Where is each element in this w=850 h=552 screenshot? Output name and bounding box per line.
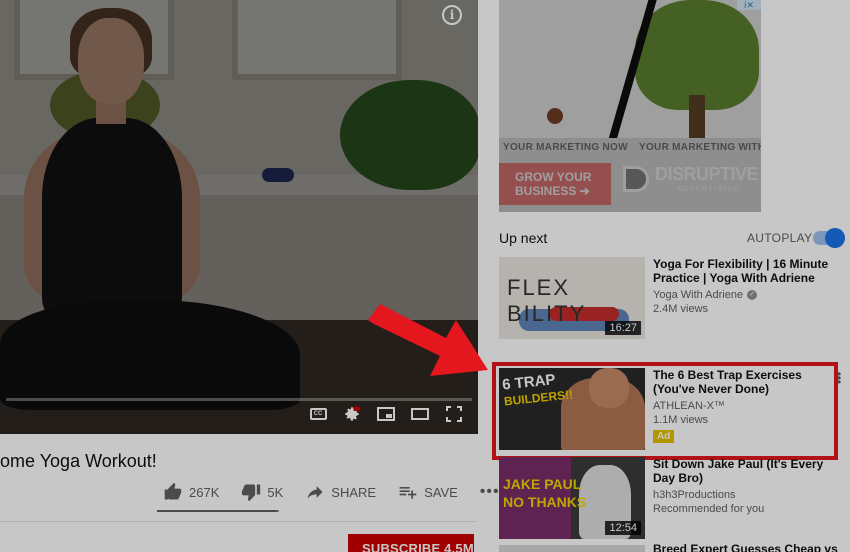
share-icon	[307, 486, 323, 499]
share-label: SHARE	[331, 484, 377, 500]
channel-name[interactable]: h3h3Productions	[653, 489, 736, 501]
thumbnail-text: JAKE PAUL NO THANKS	[503, 476, 587, 510]
video-title-link[interactable]: Yoga For Flexibility | 16 Minute Practic…	[653, 257, 839, 285]
duration-badge: 16:27	[605, 321, 641, 335]
thumbs-up-icon	[164, 482, 182, 500]
video-thumbnail[interactable]	[499, 545, 645, 552]
video-actions: 267K 5K SHARE SAVE •••	[163, 482, 500, 502]
playlist-add-icon	[399, 487, 417, 499]
miniplayer-button[interactable]	[376, 404, 396, 424]
more-options-icon[interactable]: •••	[837, 368, 841, 388]
video-thumbnail[interactable]: FLEX BILITY 16:27	[499, 257, 645, 339]
up-next-heading: Up next	[499, 230, 548, 246]
divider	[0, 521, 476, 522]
fullscreen-icon	[446, 406, 462, 422]
video-title-link[interactable]: Breed Expert Guesses Cheap vs	[653, 542, 838, 552]
player-controls: CC	[308, 404, 464, 424]
miniplayer-icon	[377, 407, 395, 421]
toggle-knob	[825, 228, 845, 248]
like-ratio-fill	[157, 510, 277, 512]
video-title-link[interactable]: Sit Down Jake Paul (It's Every Day Bro)	[653, 457, 839, 485]
list-item[interactable]: FLEX BILITY 16:27 Yoga For Flexibility |…	[499, 257, 839, 341]
autoplay-toggle[interactable]	[813, 228, 845, 248]
save-label: SAVE	[424, 484, 458, 500]
theater-mode-button[interactable]	[410, 404, 430, 424]
autoplay-label: AUTOPLAY	[747, 231, 813, 245]
dislike-count: 5K	[267, 484, 284, 500]
info-icon[interactable]: i	[442, 5, 462, 25]
video-title: ome Yoga Workout!	[0, 451, 157, 471]
save-button[interactable]: SAVE	[398, 482, 458, 502]
like-count: 267K	[189, 484, 220, 500]
ad-choices-icon[interactable]: ⅰ✕	[737, 0, 761, 10]
gear-icon	[345, 406, 361, 421]
dislike-button[interactable]: 5K	[241, 482, 283, 502]
recommendation-note: Recommended for you	[653, 503, 765, 515]
thumbnail-text: FLEX BILITY	[507, 275, 587, 326]
duration-badge: 12:54	[605, 521, 641, 535]
red-arrow-annotation	[368, 304, 488, 376]
video-thumbnail[interactable]: JAKE PAUL NO THANKS 12:54	[499, 457, 645, 539]
settings-button[interactable]	[342, 404, 362, 424]
more-options-icon[interactable]: •••	[480, 483, 500, 501]
fullscreen-button[interactable]	[444, 404, 464, 424]
cc-icon: CC	[309, 408, 327, 420]
progress-bar[interactable]	[6, 398, 472, 401]
like-ratio-bar	[157, 510, 279, 512]
like-button[interactable]: 267K	[163, 482, 219, 502]
verified-icon: ✓	[747, 290, 758, 300]
thumbs-down-icon	[242, 484, 261, 502]
subtitles-button[interactable]: CC	[308, 404, 328, 424]
view-count: 2.4M views	[653, 303, 709, 315]
share-button[interactable]: SHARE	[305, 482, 376, 502]
list-item[interactable]: JAKE PAUL NO THANKS 12:54 Sit Down Jake …	[499, 457, 839, 541]
theater-icon	[411, 408, 429, 420]
highlight-box	[492, 362, 838, 460]
channel-name[interactable]: Yoga With Adriene	[653, 289, 743, 301]
subscribe-button[interactable]: SUBSCRIBE 4.5M	[348, 534, 474, 552]
